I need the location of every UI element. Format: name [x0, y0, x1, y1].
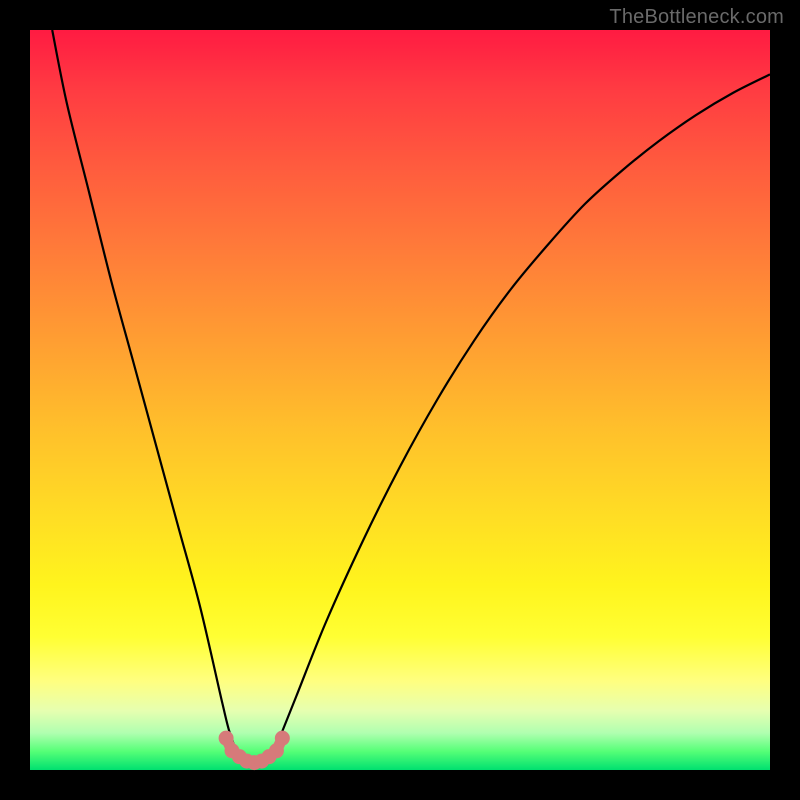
curve-series: [52, 30, 770, 763]
chart-plot-area: [30, 30, 770, 770]
chart-frame: TheBottleneck.com: [0, 0, 800, 800]
chart-svg: [30, 30, 770, 770]
bottleneck-curve-path: [52, 30, 770, 763]
watermark-text: TheBottleneck.com: [609, 6, 784, 29]
bottom-marker: [219, 731, 290, 770]
bottom-marker-dot: [275, 731, 290, 746]
